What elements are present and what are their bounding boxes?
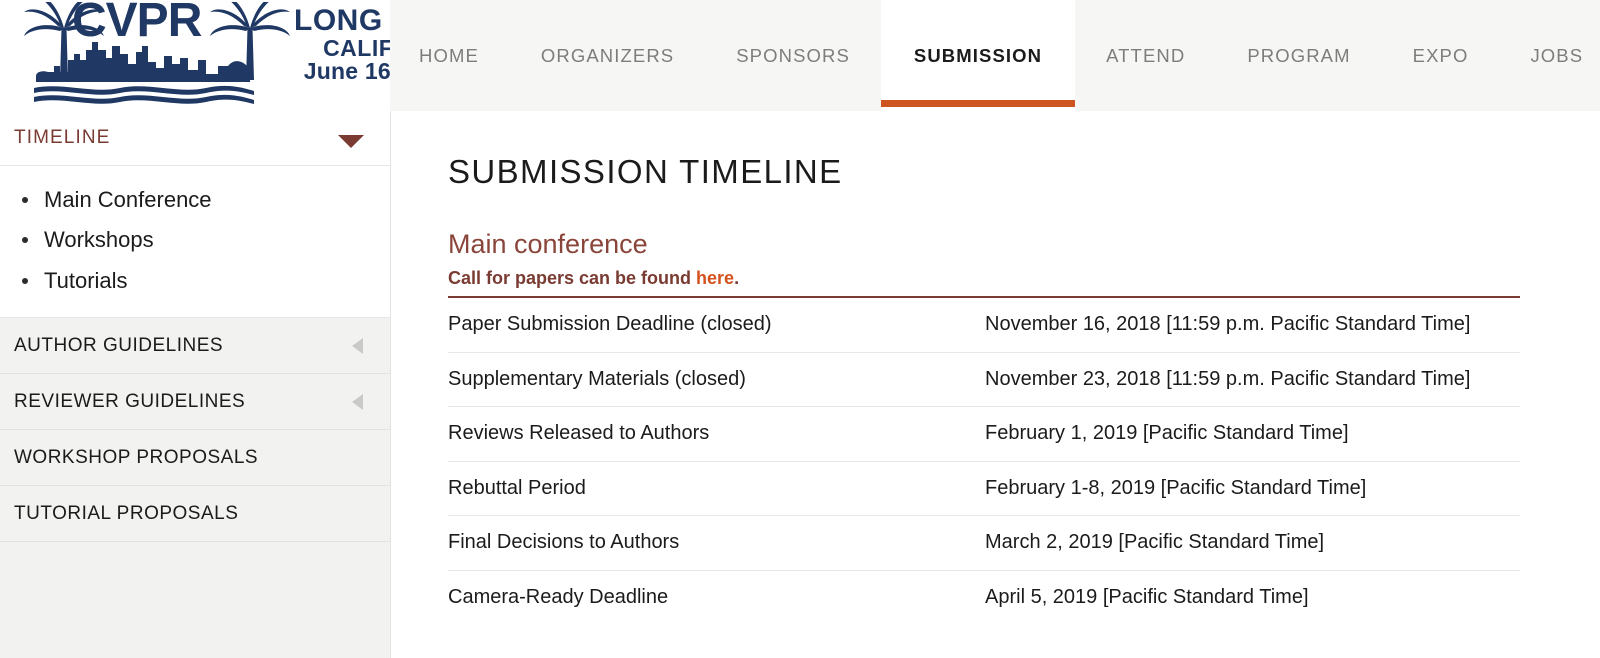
sidebar-item-reviewer-guidelines[interactable]: REVIEWER GUIDELINES <box>0 374 390 431</box>
timeline-event: Camera-Ready Deadline <box>448 586 669 609</box>
sidebar: TIMELINE Main Conference Workshops Tutor… <box>0 111 391 658</box>
svg-text:CVPR: CVPR <box>72 2 202 47</box>
site-header: CVPR LONG B CALIFO June 16-2 HOME ORGANI… <box>0 0 1600 111</box>
logo-state-line: CALIFO <box>323 34 392 61</box>
timeline-date: April 5, 2019 [Pacific Standard Time] <box>985 586 1309 609</box>
sidebar-item-label: AUTHOR GUIDELINES <box>14 334 224 356</box>
sidebar-item-author-guidelines[interactable]: AUTHOR GUIDELINES <box>0 318 390 375</box>
sidebar-filler <box>0 542 390 643</box>
logo-text-block: LONG B CALIFO June 16-2 <box>294 4 392 85</box>
logo-city-line: LONG B <box>294 4 392 37</box>
nav-item-submission[interactable]: SUBMISSION <box>880 0 1076 111</box>
timeline-date: February 1, 2019 [Pacific Standard Time] <box>985 422 1349 445</box>
nav-item-program[interactable]: PROGRAM <box>1216 0 1381 111</box>
nav-item-jobs[interactable]: JOBS <box>1499 0 1600 111</box>
sidebar-item-label: WORKSHOP PROPOSALS <box>14 446 259 468</box>
timeline-event: Supplementary Materials (closed) <box>448 367 746 390</box>
sidebar-item-workshops[interactable]: Workshops <box>0 220 390 260</box>
call-for-papers-link[interactable]: here <box>696 268 734 288</box>
timeline-date: March 2, 2019 [Pacific Standard Time] <box>985 531 1325 554</box>
sidebar-item-tutorial-proposals[interactable]: TUTORIAL PROPOSALS <box>0 486 390 543</box>
timeline-event: Rebuttal Period <box>448 476 586 499</box>
chevron-down-icon[interactable] <box>338 135 364 148</box>
sidebar-item-label: TUTORIAL PROPOSALS <box>14 502 239 524</box>
sidebar-item-workshop-proposals[interactable]: WORKSHOP PROPOSALS <box>0 430 390 487</box>
timeline-date: November 23, 2018 [11:59 p.m. Pacific St… <box>985 367 1471 390</box>
section-title-main-conference: Main conference <box>448 229 648 259</box>
nav-item-expo[interactable]: EXPO <box>1382 0 1500 111</box>
page-title: SUBMISSION TIMELINE <box>448 153 843 190</box>
table-row: Supplementary Materials (closed) Novembe… <box>448 353 1520 407</box>
page-root: CVPR LONG B CALIFO June 16-2 HOME ORGANI… <box>0 0 1600 658</box>
logo-date-line: June 16-2 <box>303 58 392 85</box>
nav-item-organizers[interactable]: ORGANIZERS <box>510 0 705 111</box>
table-row: Reviews Released to Authors February 1, … <box>448 407 1520 462</box>
sidebar-item-main-conference[interactable]: Main Conference <box>0 180 390 220</box>
sidebar-menu: AUTHOR GUIDELINES REVIEWER GUIDELINES WO… <box>0 318 390 643</box>
timeline-event: Final Decisions to Authors <box>448 531 680 554</box>
table-row: Paper Submission Deadline (closed) Novem… <box>448 298 1520 353</box>
sidebar-timeline-sublist: Main Conference Workshops Tutorials <box>0 166 390 319</box>
table-row: Final Decisions to Authors March 2, 2019… <box>448 516 1520 571</box>
submission-timeline-table: Paper Submission Deadline (closed) Novem… <box>448 298 1520 625</box>
sidebar-item-tutorials[interactable]: Tutorials <box>0 261 390 301</box>
cfp-prefix-text: Call for papers can be found <box>448 268 697 288</box>
main-content: SUBMISSION TIMELINE Main conference Call… <box>391 111 1600 658</box>
chevron-left-icon[interactable] <box>352 338 363 355</box>
table-row: Rebuttal Period February 1-8, 2019 [Paci… <box>448 462 1520 516</box>
nav-item-home[interactable]: HOME <box>390 0 510 111</box>
chevron-left-icon[interactable] <box>352 394 363 411</box>
timeline-event: Paper Submission Deadline (closed) <box>448 313 772 336</box>
timeline-event: Reviews Released to Authors <box>448 422 710 445</box>
nav-item-attend[interactable]: ATTEND <box>1075 0 1216 111</box>
nav-item-sponsors[interactable]: SPONSORS <box>705 0 881 111</box>
cfp-suffix-text: . <box>734 268 740 288</box>
main-navigation: HOME ORGANIZERS SPONSORS SUBMISSION ATTE… <box>390 0 1600 111</box>
cvpr-logo[interactable]: CVPR LONG B CALIFO June 16-2 <box>22 0 392 108</box>
call-for-papers-line: Call for papers can be found here. <box>448 268 739 289</box>
timeline-date: February 1-8, 2019 [Pacific Standard Tim… <box>985 476 1367 499</box>
sidebar-item-label: REVIEWER GUIDELINES <box>14 390 246 412</box>
cvpr-logo-graphic: CVPR <box>24 2 290 104</box>
sidebar-section-timeline[interactable]: TIMELINE <box>0 111 390 166</box>
timeline-date: November 16, 2018 [11:59 p.m. Pacific St… <box>985 313 1471 336</box>
table-row: Camera-Ready Deadline April 5, 2019 [Pac… <box>448 571 1520 626</box>
sidebar-timeline-label: TIMELINE <box>14 127 111 148</box>
